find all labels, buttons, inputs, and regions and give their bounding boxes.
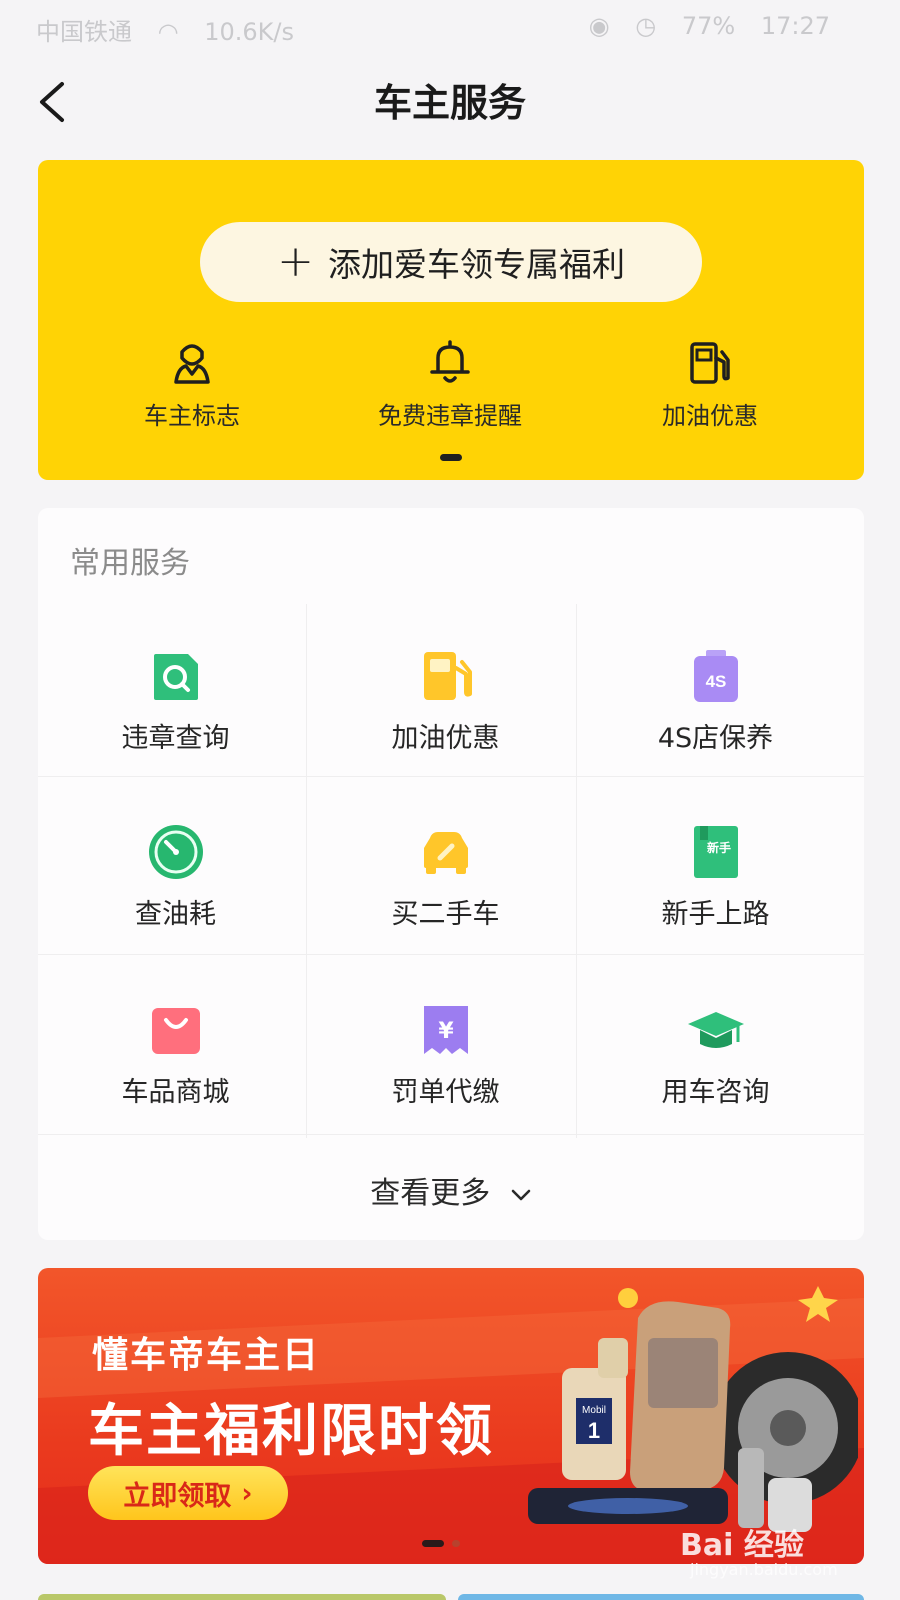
svg-text:新手: 新手 [706, 840, 730, 855]
violation-query-icon [153, 654, 198, 700]
service-label: 违章查询 [121, 723, 230, 754]
service-novice-driving[interactable]: 新手 新手上路 [578, 780, 853, 958]
carrier-label: 中国铁通 [36, 18, 132, 46]
promo-item-fuel-discount[interactable]: 加油优惠 [590, 338, 830, 431]
see-more-button[interactable]: 查看更多 [38, 1168, 864, 1212]
promo-item-driver-badge[interactable]: 车主标志 [72, 338, 312, 431]
status-bar: 中国铁通 ◠ 10.6K/s ◉ ◷ 77% 17:27 [0, 0, 900, 56]
service-violation-query[interactable]: 违章查询 [38, 604, 313, 782]
alarm-icon: ◷ [635, 12, 657, 40]
fine-payment-icon: ¥ [423, 1006, 468, 1054]
service-fine-payment[interactable]: ¥ 罚单代缴 [308, 958, 583, 1136]
wifi-icon: ◠ [157, 18, 179, 46]
service-used-car[interactable]: 买二手车 [308, 780, 583, 958]
service-label: 罚单代缴 [391, 1077, 500, 1108]
promo-item-violation-reminder[interactable]: 免费违章提醒 [330, 338, 570, 431]
service-fuel-consumption[interactable]: 查油耗 [38, 780, 313, 958]
shopping-bag-icon [151, 1008, 200, 1054]
service-label: 用车咨询 [661, 1077, 770, 1108]
clock: 17:27 [760, 12, 830, 40]
promo-item-label: 加油优惠 [662, 402, 758, 430]
plus-icon: + [277, 236, 314, 287]
see-more-label: 查看更多 [370, 1176, 491, 1211]
next-card-peek[interactable] [458, 1594, 864, 1600]
carousel-indicator-active [422, 1540, 444, 1547]
watermark-logo: Bai 经验 [680, 1528, 804, 1563]
claim-now-button[interactable]: 立即领取 › [88, 1466, 288, 1520]
chevron-right-icon: › [241, 1477, 253, 1509]
service-car-consulting[interactable]: 用车咨询 [578, 958, 853, 1136]
graduation-cap-icon [687, 1012, 744, 1048]
4s-maintenance-icon: 4S [693, 650, 738, 702]
banner-title: 车主福利限时领 [88, 1399, 494, 1464]
service-label: 4S店保养 [657, 723, 774, 754]
promo-card: + 添加爱车领专属福利 车主标志 免费违章提醒 加油优惠 [38, 160, 864, 480]
promo-item-label: 车主标志 [144, 402, 240, 430]
car-products-illustration: Mobil 1 [528, 1286, 858, 1532]
carousel-indicator [440, 454, 462, 461]
service-fuel-discount[interactable]: 加油优惠 [308, 604, 583, 782]
service-label: 车品商城 [121, 1077, 230, 1108]
banner-subtitle: 懂车帝车主日 [92, 1335, 321, 1376]
svg-text:Mobil: Mobil [582, 1405, 606, 1416]
status-right: ◉ ◷ 77% 17:27 [589, 12, 848, 40]
service-4s-maintenance[interactable]: 4S 4S店保养 [578, 604, 853, 782]
fuel-discount-icon [423, 652, 472, 700]
svg-text:¥: ¥ [438, 1019, 454, 1044]
service-label: 买二手车 [391, 899, 500, 930]
svg-text:1: 1 [588, 1418, 600, 1443]
used-car-icon [423, 832, 468, 874]
service-label: 查油耗 [135, 899, 216, 930]
claim-now-label: 立即领取 [123, 1480, 232, 1512]
driver-badge-icon [174, 344, 210, 384]
add-car-button[interactable]: + 添加爱车领专属福利 [200, 222, 702, 302]
add-car-label: 添加爱车领专属福利 [327, 245, 625, 284]
svg-text:4S: 4S [705, 672, 726, 691]
carousel-indicator [452, 1540, 460, 1547]
page-title: 车主服务 [373, 81, 526, 125]
eye-icon: ◉ [588, 12, 610, 40]
service-label: 加油优惠 [391, 723, 500, 754]
service-car-mall[interactable]: 车品商城 [38, 958, 313, 1136]
common-services-card: 常用服务 违章查询 加油优惠 4S 4S店保养 查油耗 买二手车 新手 新手上路… [38, 508, 864, 1240]
chevron-down-icon [511, 1189, 531, 1200]
status-left: 中国铁通 ◠ 10.6K/s [36, 12, 312, 47]
promo-item-label: 免费违章提醒 [378, 402, 522, 430]
next-card-peek[interactable] [38, 1594, 446, 1600]
fuel-pump-icon [690, 342, 730, 384]
section-title: 常用服务 [70, 546, 190, 581]
novice-book-icon: 新手 [693, 826, 738, 878]
bell-icon [430, 340, 470, 383]
nav-bar: 车主服务 [0, 56, 900, 142]
watermark-url: jingyan.baidu.com [690, 1560, 838, 1579]
battery-level: 77% [681, 12, 736, 40]
service-label: 新手上路 [661, 899, 770, 930]
fuel-gauge-icon [148, 825, 203, 879]
network-speed: 10.6K/s [204, 18, 294, 46]
services-grid: 违章查询 加油优惠 4S 4S店保养 查油耗 买二手车 新手 新手上路 车品商城… [38, 604, 864, 1138]
